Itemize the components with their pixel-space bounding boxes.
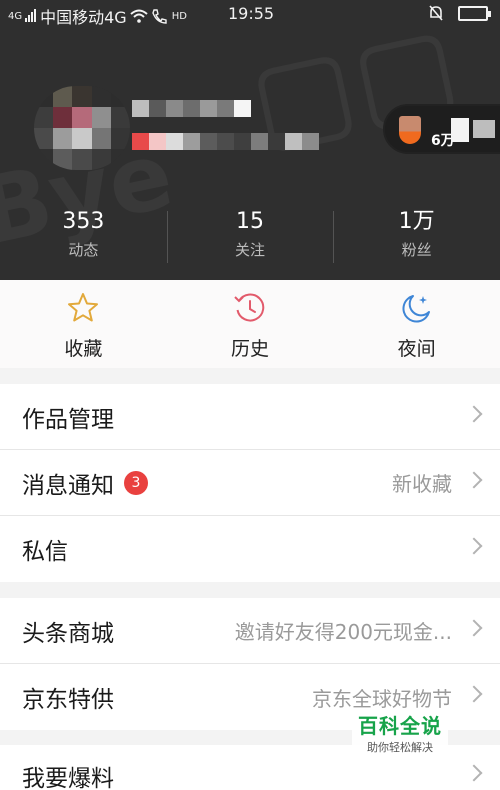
- battery-icon: [458, 5, 491, 21]
- profile-subtitle-redacted: [132, 133, 319, 150]
- menu-item-label: 作品管理: [22, 406, 114, 433]
- favorites-button[interactable]: 收藏: [0, 280, 167, 368]
- night-mode-button[interactable]: 夜间: [333, 280, 500, 368]
- profile-stats: 353 动态 15 关注 1万 粉丝: [0, 205, 500, 270]
- follow-count-pill[interactable]: 6万: [383, 104, 500, 154]
- site-watermark: 百科全说 助你轻松解决: [352, 712, 448, 762]
- menu-item-label: 头条商城: [22, 620, 114, 647]
- chevron-right-icon: [465, 685, 483, 703]
- stat-following[interactable]: 15 关注: [166, 205, 334, 270]
- redacted-block: [473, 120, 495, 138]
- menu-item-label: 我要爆料: [22, 766, 114, 790]
- stat-value: 15: [236, 209, 264, 234]
- menu-item-label: 京东特供: [22, 687, 114, 713]
- menu-item-label: 消息通知: [22, 472, 114, 499]
- follow-avatar-icon: [399, 116, 421, 144]
- favorites-label: 收藏: [64, 338, 103, 360]
- history-label: 历史: [231, 338, 270, 360]
- avatar[interactable]: [34, 86, 130, 170]
- menu-item-label: 私信: [22, 539, 68, 565]
- watermark-subtitle: 助你轻松解决: [367, 741, 433, 754]
- hd-badge: HD: [171, 10, 187, 22]
- hd-call-icon: [151, 9, 167, 24]
- stat-label: 粉丝: [401, 241, 432, 259]
- wifi-icon: [130, 9, 148, 23]
- menu-item-value: 邀请好友得200元现金...: [234, 620, 452, 644]
- signal-prefix: 4G: [8, 10, 23, 22]
- notification-count-badge: 3: [124, 470, 148, 495]
- redacted-block: [451, 118, 469, 142]
- signal-icon: [25, 9, 37, 22]
- menu-item-value: 新收藏: [392, 472, 452, 496]
- carrier-name: 中国移动4G: [40, 8, 127, 27]
- stat-posts[interactable]: 353 动态: [0, 205, 167, 270]
- menu-item-toutiao-mall[interactable]: 头条商城 邀请好友得200元现金...: [0, 598, 500, 664]
- watermark-title: 百科全说: [358, 714, 442, 738]
- menu-item-notifications[interactable]: 消息通知 3 新收藏: [0, 450, 500, 516]
- night-mode-label: 夜间: [397, 338, 436, 360]
- chevron-right-icon: [465, 471, 483, 489]
- stat-value: 1万: [398, 209, 435, 234]
- quick-actions-bar: 收藏 历史 夜间: [0, 280, 500, 368]
- stat-label: 关注: [235, 241, 266, 259]
- menu-item-works-management[interactable]: 作品管理: [0, 384, 500, 450]
- clock: 19:55: [228, 4, 275, 23]
- username-redacted: [132, 100, 251, 117]
- menu-item-private-messages[interactable]: 私信: [0, 516, 500, 582]
- chevron-right-icon: [465, 405, 483, 423]
- history-button[interactable]: 历史: [167, 280, 334, 368]
- menu-item-value: 京东全球好物节: [312, 686, 452, 711]
- stat-label: 动态: [68, 241, 99, 259]
- menu-group-shopping: 头条商城 邀请好友得200元现金... 京东特供 京东全球好物节: [0, 598, 500, 730]
- star-icon: [68, 293, 99, 322]
- stat-followers[interactable]: 1万 粉丝: [333, 205, 500, 270]
- chevron-right-icon: [465, 764, 483, 782]
- stat-value: 353: [62, 209, 105, 234]
- chevron-right-icon: [465, 619, 483, 637]
- status-bar: 4G 中国移动4G HD 19:55: [0, 0, 500, 28]
- night-moon-icon: [402, 295, 430, 323]
- profile-header: Bye ▢▢ 4G 中国移动4G HD 19:55 6万 353 动态 15 关…: [0, 0, 500, 280]
- history-icon: [234, 293, 265, 322]
- silent-icon: [429, 5, 443, 21]
- chevron-right-icon: [465, 537, 483, 555]
- menu-group-account: 作品管理 消息通知 3 新收藏 私信: [0, 384, 500, 582]
